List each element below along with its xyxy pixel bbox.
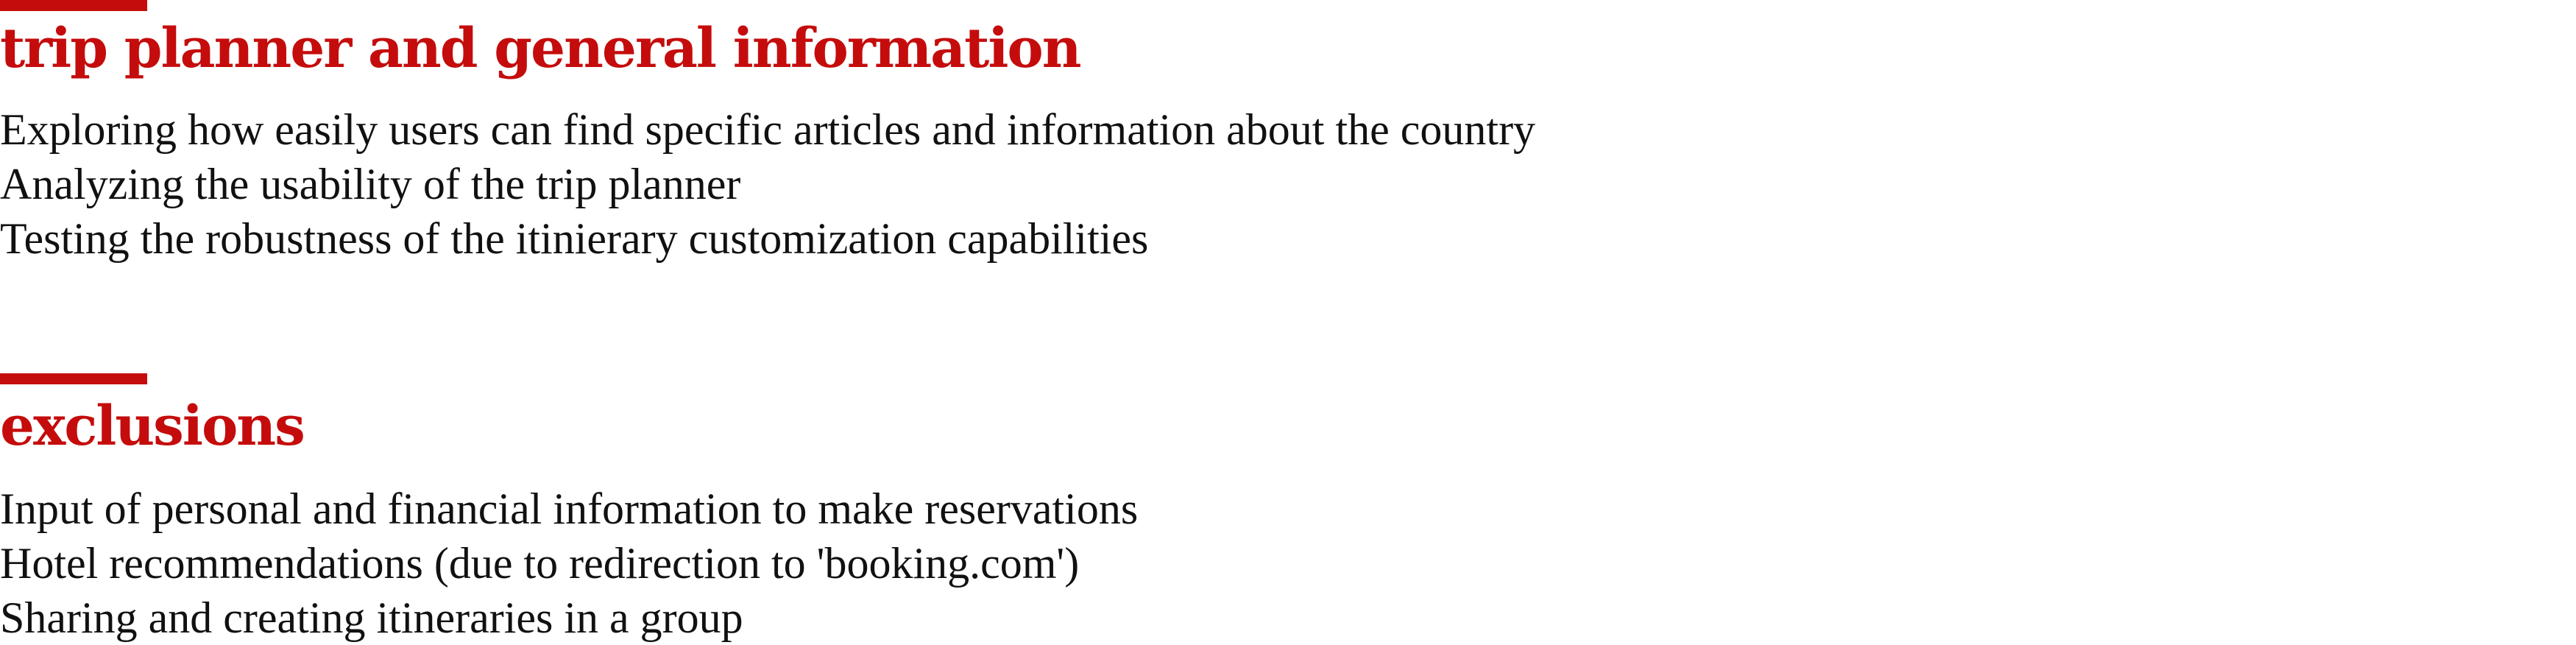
- list-item: Sharing and creating itineraries in a gr…: [0, 593, 743, 642]
- list-item: Input of personal and financial informat…: [0, 484, 1139, 533]
- list-item: Hotel recommendations (due to redirectio…: [0, 539, 1080, 588]
- section-heading: trip planner and general information: [0, 17, 1082, 80]
- section-heading: exclusions: [0, 395, 305, 458]
- scope-section: trip planner and general information Exp…: [0, 0, 2502, 266]
- list-item: Exploring how easily users can find spec…: [0, 105, 1536, 154]
- exclusions-list: Input of personal and financial informat…: [0, 482, 2502, 645]
- heading-accent-bar: [0, 373, 147, 384]
- list-item: Analyzing the usability of the trip plan…: [0, 160, 741, 208]
- list-item: Testing the robustness of the itinierary…: [0, 214, 1149, 263]
- exclusions-section: exclusions Input of personal and financi…: [0, 373, 2502, 645]
- scope-list: Exploring how easily users can find spec…: [0, 102, 2502, 266]
- heading-accent-bar: [0, 0, 147, 11]
